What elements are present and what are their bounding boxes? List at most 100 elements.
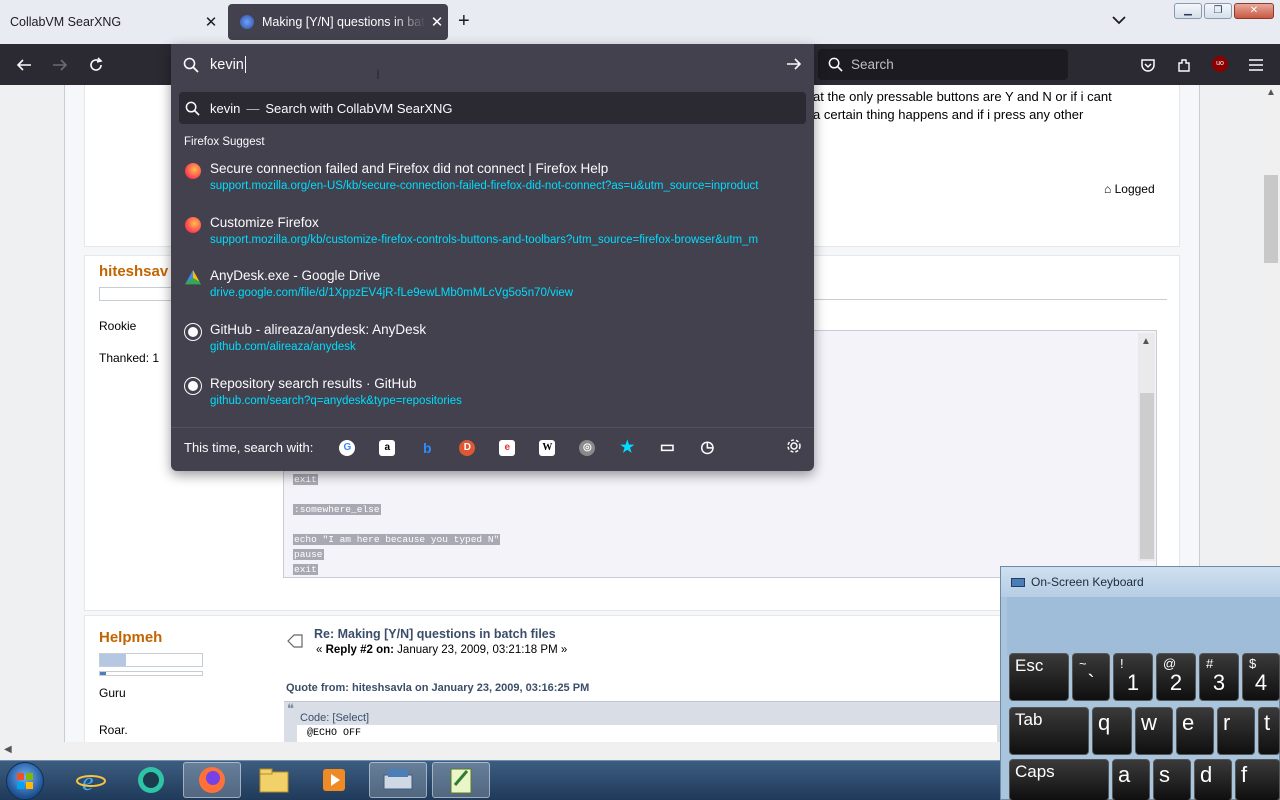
- key-e[interactable]: e: [1176, 707, 1214, 755]
- post-text: a certain thing happens and if i press a…: [813, 107, 1084, 122]
- forward-icon[interactable]: [47, 52, 73, 78]
- on-screen-keyboard: On-Screen Keyboard Esc ~ ` ! 1 @2 #3 $4 Ta…: [1000, 566, 1280, 800]
- extensions-icon[interactable]: [1171, 52, 1197, 78]
- username-link[interactable]: hiteshsav: [99, 263, 168, 280]
- key-t[interactable]: t: [1258, 707, 1280, 755]
- chat-app-icon[interactable]: [122, 762, 180, 798]
- quote-header[interactable]: Quote from: hiteshsavla on January 23, 2…: [286, 682, 589, 694]
- thanked-count: Thanked: 1: [99, 351, 160, 365]
- reply-title-link[interactable]: Re: Making [Y/N] questions in batch file…: [314, 627, 556, 641]
- list-all-tabs-icon[interactable]: [1112, 12, 1126, 30]
- osk-title-bar[interactable]: On-Screen Keyboard: [1001, 567, 1280, 597]
- media-player-icon[interactable]: [305, 762, 363, 798]
- key-3[interactable]: #3: [1199, 653, 1239, 701]
- code-scrollbar[interactable]: ▲: [1138, 333, 1155, 561]
- search-bar[interactable]: Search: [818, 49, 1068, 80]
- ebay-icon[interactable]: e: [487, 437, 527, 459]
- close-tab-icon[interactable]: ✕: [426, 13, 448, 31]
- search-icon: [183, 57, 199, 73]
- key-caps[interactable]: Caps: [1009, 759, 1109, 800]
- scroll-left-icon[interactable]: ◀: [4, 744, 12, 755]
- key-2[interactable]: @2: [1156, 653, 1196, 701]
- start-button[interactable]: [6, 762, 44, 800]
- bing-icon[interactable]: b: [407, 437, 447, 459]
- notepad-icon[interactable]: [432, 762, 490, 798]
- duckduckgo-icon[interactable]: D: [447, 437, 487, 459]
- key-a[interactable]: a: [1112, 759, 1150, 800]
- key-backtick[interactable]: ~ `: [1072, 653, 1110, 701]
- key-label: 4: [1254, 670, 1268, 695]
- minimize-button[interactable]: ▁: [1174, 3, 1202, 19]
- history-icon[interactable]: ◷: [687, 437, 727, 459]
- maximize-button[interactable]: ❐: [1204, 3, 1232, 19]
- code-line: exit: [293, 474, 318, 485]
- tab-searxng[interactable]: CollabVM SearXNG ✕: [0, 4, 222, 40]
- gear-icon[interactable]: [786, 438, 802, 454]
- key-q[interactable]: q: [1092, 707, 1132, 755]
- key-f[interactable]: f: [1235, 759, 1280, 800]
- username-link[interactable]: Helpmeh: [99, 629, 162, 646]
- one-off-search-bar: This time, search with: G a b D e W ◎ ★ …: [171, 427, 814, 467]
- suggestion-item[interactable]: Repository search results · GitHub githu…: [183, 376, 803, 420]
- go-arrow-icon[interactable]: [786, 56, 802, 72]
- searxng-icon[interactable]: ◎: [567, 437, 607, 459]
- urlbar-dropdown: kevin I kevin — Search with CollabVM Sea…: [171, 44, 814, 471]
- suggestion-item[interactable]: Customize Firefox support.mozilla.org/kb…: [183, 215, 803, 259]
- scroll-up-icon[interactable]: ▲: [1266, 87, 1276, 98]
- key-4[interactable]: $4: [1242, 653, 1280, 701]
- key-s[interactable]: s: [1153, 759, 1191, 800]
- google-icon[interactable]: G: [327, 437, 367, 459]
- suggestion-item[interactable]: AnyDesk.exe - Google Drive drive.google.…: [183, 268, 803, 312]
- suggestion-url: support.mozilla.org/kb/customize-firefox…: [210, 234, 759, 246]
- scroll-up-icon[interactable]: ▲: [1141, 336, 1151, 347]
- logged-label: ⌂ Logged: [1104, 182, 1155, 196]
- key-label: Caps: [1015, 762, 1055, 781]
- mouse-cursor-icon: I: [376, 66, 380, 82]
- file-explorer-icon[interactable]: [245, 762, 303, 798]
- url-input-value: kevin: [210, 56, 244, 73]
- suggestion-title: Secure connection failed and Firefox did…: [210, 161, 609, 176]
- key-tab[interactable]: Tab: [1009, 707, 1089, 755]
- pocket-icon[interactable]: [1135, 52, 1161, 78]
- key-w[interactable]: w: [1135, 707, 1173, 755]
- firefox-icon[interactable]: [183, 762, 241, 798]
- tab-batch-files[interactable]: Making [Y/N] questions in batch files ✕: [228, 4, 448, 40]
- key-esc[interactable]: Esc: [1009, 653, 1069, 701]
- menu-icon[interactable]: [1243, 52, 1269, 78]
- code-select-link[interactable]: Code: [Select]: [300, 712, 369, 724]
- wikipedia-icon[interactable]: W: [527, 437, 567, 459]
- engine-glyph: b: [423, 439, 432, 456]
- internet-explorer-icon[interactable]: e: [62, 762, 120, 798]
- bookmarks-icon[interactable]: ★: [607, 437, 647, 459]
- new-tab-button[interactable]: +: [458, 10, 470, 33]
- post-text: at the only pressable buttons are Y and …: [813, 89, 1112, 104]
- key-r[interactable]: r: [1217, 707, 1255, 755]
- url-input[interactable]: kevin: [171, 44, 814, 85]
- close-window-button[interactable]: ✕: [1234, 3, 1274, 19]
- window-controls: ▁ ❐ ✕: [1174, 3, 1274, 19]
- tabs-icon[interactable]: ▭: [647, 437, 687, 459]
- amazon-icon[interactable]: a: [367, 437, 407, 459]
- suggestion-title: Repository search results · GitHub: [210, 376, 417, 391]
- suggestion-item[interactable]: GitHub - alireaza/anydesk: AnyDesk githu…: [183, 322, 803, 366]
- tab-title: Making [Y/N] questions in batch files: [262, 15, 426, 29]
- suggestion-title: Customize Firefox: [210, 215, 319, 230]
- rank-bar: [99, 671, 203, 676]
- code-line: exit: [293, 564, 318, 575]
- windows-logo-icon: [17, 773, 33, 789]
- tab-title: CollabVM SearXNG: [10, 15, 122, 29]
- key-1[interactable]: ! 1: [1113, 653, 1153, 701]
- rank-bar: [99, 653, 203, 667]
- scrollbar-thumb[interactable]: [1264, 175, 1278, 263]
- reload-icon[interactable]: [83, 52, 109, 78]
- search-suggestion-row[interactable]: kevin — Search with CollabVM SearXNG: [179, 92, 806, 124]
- key-d[interactable]: d: [1194, 759, 1232, 800]
- horizontal-scrollbar[interactable]: ◀: [0, 742, 1000, 760]
- suggestion-item[interactable]: Secure connection failed and Firefox did…: [183, 161, 803, 205]
- close-tab-icon[interactable]: ✕: [200, 13, 222, 31]
- keyboard-app-icon[interactable]: [369, 762, 427, 798]
- key-label: 2: [1169, 670, 1183, 695]
- scrollbar-thumb[interactable]: [1140, 393, 1154, 559]
- ublock-icon[interactable]: uo: [1212, 56, 1228, 72]
- back-icon[interactable]: [11, 52, 37, 78]
